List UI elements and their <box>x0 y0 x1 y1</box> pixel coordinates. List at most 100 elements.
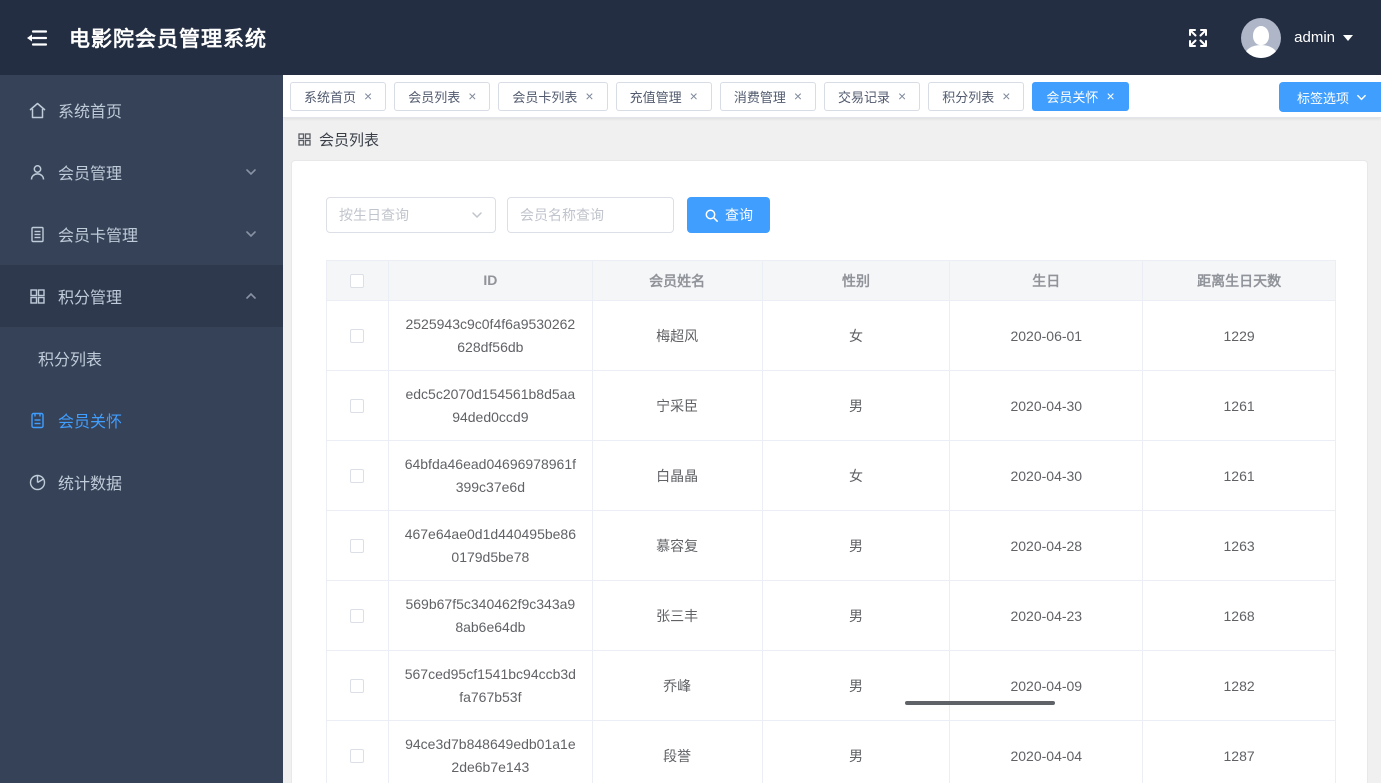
row-checkbox[interactable] <box>350 468 365 483</box>
cell-id: 567ced95cf1541bc94ccb3dfa767b53f <box>389 651 593 720</box>
cell-name: 梅超风 <box>593 301 763 370</box>
sidebar-item-member-care[interactable]: 会员关怀 <box>0 389 283 451</box>
avatar[interactable] <box>1241 17 1282 58</box>
notebook-icon <box>28 411 47 430</box>
chevron-down-icon <box>246 231 256 238</box>
cell-birthday: 2020-04-30 <box>950 441 1144 510</box>
sidebar-item-label: 会员管理 <box>58 166 123 183</box>
tab[interactable]: 会员关怀 × <box>1032 81 1129 111</box>
cell-name: 白晶晶 <box>593 441 763 510</box>
cell-days: 1261 <box>1223 467 1255 484</box>
home-icon <box>28 101 47 120</box>
row-checkbox[interactable] <box>350 748 365 763</box>
cell-name: 段誉 <box>593 721 763 783</box>
sidebar-item-member-cards[interactable]: 会员卡管理 <box>0 203 283 265</box>
tab-close-icon[interactable]: × <box>1106 89 1114 103</box>
column-header-birthday: 生日 <box>950 261 1144 300</box>
cell-days: 1229 <box>1223 327 1255 344</box>
tab-close-icon[interactable]: × <box>585 89 593 103</box>
cell-birthday: 2020-04-09 <box>950 651 1144 720</box>
user-name[interactable]: admin <box>1294 29 1335 46</box>
cell-name: 慕容复 <box>593 511 763 580</box>
sidebar-item-label: 系统首页 <box>58 104 123 121</box>
search-button[interactable]: 查询 <box>687 197 770 233</box>
user-icon <box>28 163 47 182</box>
hamburger-icon[interactable] <box>25 26 49 50</box>
cell-gender: 男 <box>763 651 951 720</box>
table-row: 467e64ae0d1d440495be860179d5be78 慕容复 男 2… <box>327 511 1335 581</box>
cell-days: 1282 <box>1223 677 1255 694</box>
document-icon <box>28 225 47 244</box>
tag-options-button[interactable]: 标签选项 <box>1278 82 1381 112</box>
sidebar-item-label: 会员关怀 <box>58 414 123 431</box>
column-header-days: 距离生日天数 <box>1197 272 1282 289</box>
cell-days: 1261 <box>1223 397 1255 414</box>
sidebar-item-label: 会员卡管理 <box>58 228 139 245</box>
chevron-up-icon <box>246 292 256 299</box>
cell-id: 2525943c9c0f4f6a9530262628df56db <box>389 301 593 370</box>
cell-name: 宁采臣 <box>593 371 763 440</box>
tab-close-icon[interactable]: × <box>898 89 906 103</box>
cell-gender: 男 <box>763 511 951 580</box>
sidebar-item-label: 统计数据 <box>58 476 123 493</box>
tab-close-icon[interactable]: × <box>690 89 698 103</box>
tab[interactable]: 积分列表 × <box>928 81 1025 111</box>
cell-id: 569b67f5c340462f9c343a98ab6e64db <box>389 581 593 650</box>
app-header: 电影院会员管理系统 admin <box>0 0 1381 75</box>
table-row: 569b67f5c340462f9c343a98ab6e64db 张三丰 男 2… <box>327 581 1335 651</box>
page-title: 电影院会员管理系统 <box>69 27 267 51</box>
table-row: edc5c2070d154561b8d5aa94ded0ccd9 宁采臣 男 2… <box>327 371 1335 441</box>
main-area: 系统首页 × 会员列表 × 会员卡列表 × 充值管理 × 消费管理 × 交易记录… <box>283 75 1381 783</box>
birthday-select[interactable]: 按生日查询 <box>326 197 496 233</box>
tab-close-icon[interactable]: × <box>1002 89 1010 103</box>
cell-gender: 男 <box>763 721 951 783</box>
pie-chart-icon <box>28 473 47 492</box>
cell-id: 467e64ae0d1d440495be860179d5be78 <box>389 511 593 580</box>
cell-birthday: 2020-04-23 <box>950 581 1144 650</box>
cell-id: 64bfda46ead04696978961f399c37e6d <box>389 441 593 510</box>
tab-close-icon[interactable]: × <box>794 89 802 103</box>
sidebar-item-home[interactable]: 系统首页 <box>0 79 283 141</box>
tab[interactable]: 系统首页 × <box>290 81 387 111</box>
horizontal-scrollbar-thumb[interactable] <box>905 701 1055 705</box>
sidebar-item-points-list[interactable]: 积分列表 <box>0 327 283 389</box>
tab-close-icon[interactable]: × <box>468 89 476 103</box>
sidebar-item-points[interactable]: 积分管理 <box>0 265 283 327</box>
table-header-row: ID 会员姓名 性别 生日 距离生日天数 <box>327 261 1335 301</box>
row-checkbox[interactable] <box>350 328 365 343</box>
column-header-gender: 性别 <box>763 261 951 300</box>
filter-bar: 按生日查询 查询 <box>326 197 1333 233</box>
tab[interactable]: 交易记录 × <box>824 81 921 111</box>
column-header-id: ID <box>389 261 593 300</box>
tab[interactable]: 消费管理 × <box>719 81 817 111</box>
tab[interactable]: 充值管理 × <box>615 81 712 111</box>
table-body: 2525943c9c0f4f6a9530262628df56db 梅超风 女 2… <box>327 301 1335 783</box>
cell-id: edc5c2070d154561b8d5aa94ded0ccd9 <box>389 371 593 440</box>
row-checkbox[interactable] <box>350 608 365 623</box>
user-menu-caret-icon[interactable] <box>1343 34 1353 41</box>
cell-birthday: 2020-04-04 <box>950 721 1144 783</box>
cell-id: 94ce3d7b848649edb01a1e2de6b7e143 <box>389 721 593 783</box>
row-checkbox[interactable] <box>350 538 365 553</box>
grid-icon <box>297 132 312 147</box>
tab[interactable]: 会员卡列表 × <box>498 81 608 111</box>
search-icon <box>705 209 718 222</box>
tab[interactable]: 会员列表 × <box>394 81 491 111</box>
fullscreen-icon[interactable] <box>1187 27 1209 49</box>
birthday-select-placeholder: 按生日查询 <box>339 207 409 223</box>
table-row: 2525943c9c0f4f6a9530262628df56db 梅超风 女 2… <box>327 301 1335 371</box>
member-name-input[interactable] <box>507 197 674 233</box>
table-row: 567ced95cf1541bc94ccb3dfa767b53f 乔峰 男 20… <box>327 651 1335 721</box>
row-checkbox[interactable] <box>350 678 365 693</box>
select-all-checkbox[interactable] <box>350 273 365 288</box>
table-row: 94ce3d7b848649edb01a1e2de6b7e143 段誉 男 20… <box>327 721 1335 783</box>
cell-gender: 女 <box>763 301 951 370</box>
row-checkbox[interactable] <box>350 398 365 413</box>
content-card: 按生日查询 查询 ID 会员姓名 性别 生日 距离生日天数 2525943c9c… <box>291 160 1368 783</box>
sidebar-item-members[interactable]: 会员管理 <box>0 141 283 203</box>
cell-birthday: 2020-04-28 <box>950 511 1144 580</box>
column-header-name: 会员姓名 <box>593 261 763 300</box>
members-table: ID 会员姓名 性别 生日 距离生日天数 2525943c9c0f4f6a953… <box>326 260 1336 783</box>
sidebar-item-statistics[interactable]: 统计数据 <box>0 451 283 513</box>
tab-close-icon[interactable]: × <box>364 89 372 103</box>
